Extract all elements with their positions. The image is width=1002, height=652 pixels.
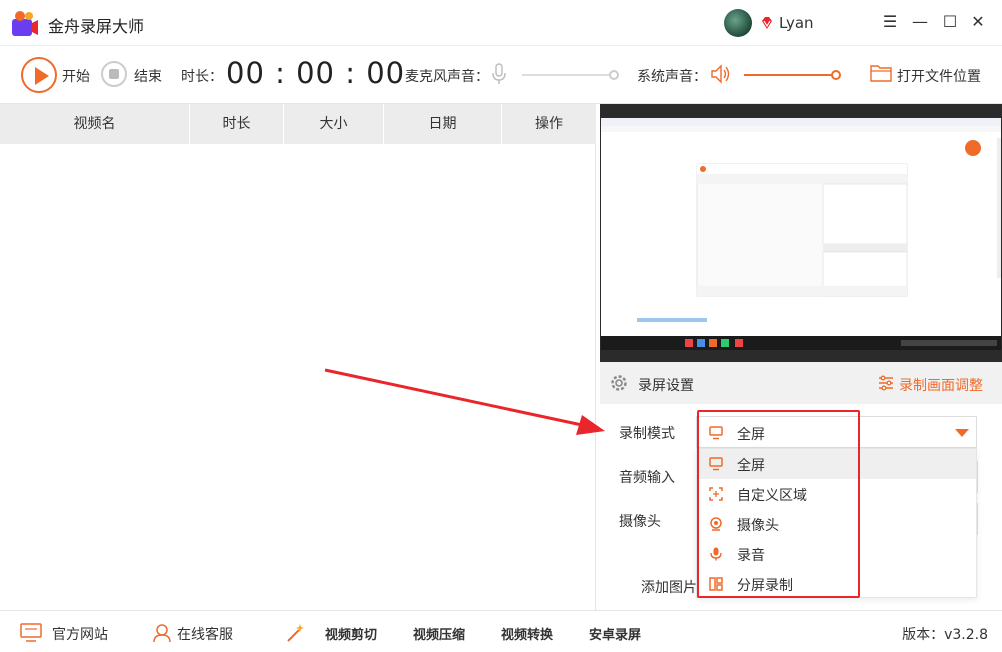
online-service-link[interactable]: 在线客服 — [177, 624, 233, 644]
column-header-action: 操作 — [535, 116, 563, 132]
version-label: 版本：v3.2.8 — [902, 627, 988, 643]
mode-option-label: 自定义区域 — [737, 488, 807, 504]
mode-option-fullscreen[interactable]: 全屏 — [697, 449, 976, 479]
monitor-icon — [709, 426, 723, 440]
mode-option-label: 录音 — [737, 548, 765, 564]
close-button[interactable]: ✕ — [968, 12, 988, 32]
vip-diamond-icon — [762, 17, 772, 29]
chevron-down-icon[interactable] — [955, 429, 969, 437]
recording-mode-label: 录制模式 — [619, 426, 675, 442]
speaker-icon[interactable] — [710, 64, 732, 84]
start-label[interactable]: 开始 — [62, 66, 90, 86]
adjust-recording-button[interactable]: 录制画面调整 — [899, 375, 983, 395]
video-cut-link[interactable]: 视频剪切 — [325, 624, 377, 643]
right-panel: 录屏设置 录制画面调整 录制模式 全屏 音频输入 摄像头 添加图片 全屏 自定义… — [600, 104, 1002, 610]
monitor-icon — [709, 457, 723, 471]
system-volume-knob[interactable] — [831, 70, 841, 80]
mode-option-label: 全屏 — [737, 458, 765, 474]
webcam-icon — [710, 517, 722, 531]
minimize-button[interactable]: — — [910, 12, 930, 32]
system-volume-label: 系统声音： — [637, 69, 707, 85]
magic-wand-icon[interactable] — [285, 623, 307, 643]
duration-value: 00 : 00 : 00 — [226, 56, 406, 90]
app-logo-icon — [12, 11, 38, 36]
preview-screenshot — [601, 118, 1001, 336]
mic-volume-knob[interactable] — [609, 70, 619, 80]
toolbar: 开始 结束 时长： 00 : 00 : 00 麦克风声音： 系统声音： 打开文件… — [0, 46, 1002, 104]
recording-mode-select[interactable]: 全屏 — [696, 416, 977, 448]
gear-icon — [611, 375, 627, 391]
column-header-duration[interactable]: 时长 — [190, 104, 284, 144]
system-volume-slider[interactable] — [744, 74, 836, 76]
stop-label[interactable]: 结束 — [134, 66, 162, 86]
column-header-date[interactable]: 日期 — [384, 104, 502, 144]
avatar[interactable] — [724, 9, 752, 37]
website-icon[interactable] — [20, 623, 42, 643]
settings-header: 录屏设置 录制画面调整 — [600, 362, 1002, 404]
mode-option-label: 摄像头 — [737, 518, 779, 534]
video-list-panel: 视频名 时长 大小 日期 操作 — [0, 104, 596, 610]
audio-input-label: 音频输入 — [619, 470, 675, 486]
official-website-link[interactable]: 官方网站 — [52, 624, 108, 644]
mode-option-webcam[interactable]: 摄像头 — [697, 509, 976, 539]
mode-option-label: 分屏录制 — [737, 578, 793, 594]
mic-volume-slider[interactable] — [522, 74, 614, 76]
camera-label: 摄像头 — [619, 514, 661, 530]
menu-button[interactable]: ☰ — [880, 12, 900, 32]
open-folder-button[interactable]: 打开文件位置 — [897, 66, 981, 86]
maximize-button[interactable]: ☐ — [940, 12, 960, 32]
username[interactable]: Lyan — [779, 14, 814, 32]
android-record-link[interactable]: 安卓录屏 — [589, 624, 641, 643]
customer-service-icon[interactable] — [151, 623, 173, 643]
duration-label: 时长： — [181, 69, 223, 85]
mode-option-audio[interactable]: 录音 — [697, 539, 976, 569]
settings-title: 录屏设置 — [638, 378, 694, 394]
screen-preview — [600, 104, 1002, 362]
app-title: 金舟录屏大师 — [48, 17, 145, 36]
microphone-icon[interactable] — [491, 63, 507, 85]
add-image-label[interactable]: 添加图片 — [641, 577, 697, 597]
mic-volume-label: 麦克风声音： — [405, 69, 489, 85]
microphone-icon — [710, 547, 722, 561]
recording-mode-value: 全屏 — [737, 427, 765, 443]
column-header-size[interactable]: 大小 — [284, 104, 384, 144]
annotation-arrow — [324, 368, 605, 435]
footer: 官方网站 在线客服 视频剪切 视频压缩 视频转换 安卓录屏 版本：v3.2.8 — [0, 610, 1002, 652]
stop-record-button[interactable] — [101, 61, 127, 87]
mode-option-custom-region[interactable]: 自定义区域 — [697, 479, 976, 509]
table-header: 视频名 时长 大小 日期 操作 — [0, 104, 596, 144]
preview-taskbar — [601, 336, 1001, 350]
mode-option-split-screen[interactable]: 分屏录制 — [697, 569, 976, 599]
split-screen-icon — [709, 577, 723, 591]
column-header-name[interactable]: 视频名 — [0, 104, 190, 144]
folder-icon[interactable] — [870, 63, 892, 83]
sliders-icon[interactable] — [878, 375, 894, 391]
video-convert-link[interactable]: 视频转换 — [501, 624, 553, 643]
video-compress-link[interactable]: 视频压缩 — [413, 624, 465, 643]
recording-mode-dropdown: 全屏 自定义区域 摄像头 录音 分屏录制 — [696, 448, 977, 598]
start-record-button[interactable] — [21, 57, 57, 93]
title-bar: 金舟录屏大师 Lyan ☰ — ☐ ✕ — [0, 0, 1002, 46]
region-icon — [709, 487, 723, 501]
